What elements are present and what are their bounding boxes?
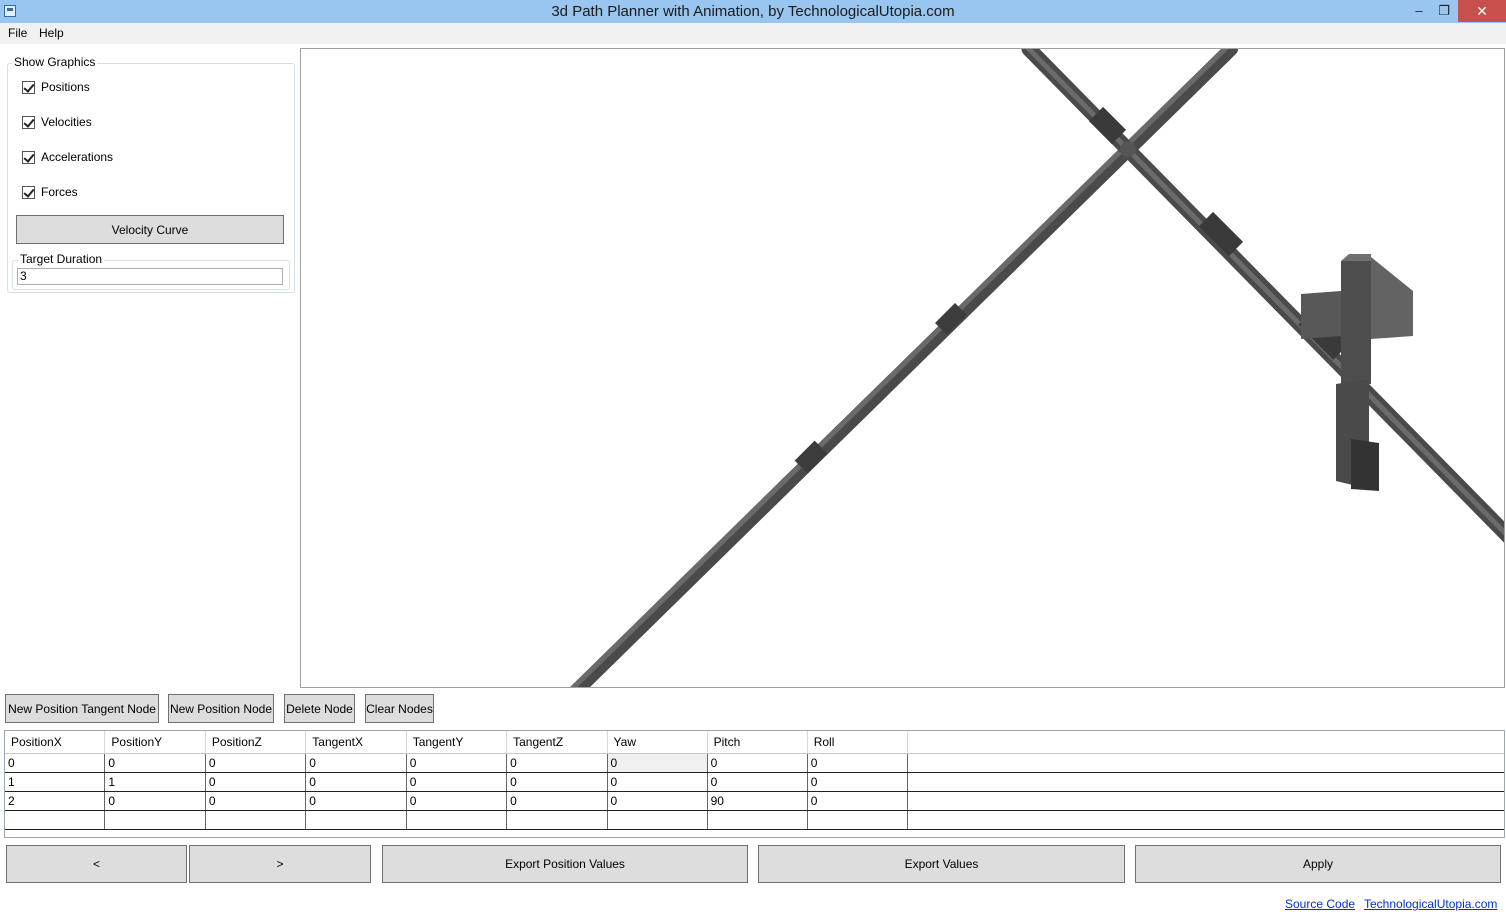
source-code-link[interactable]: Source Code	[1285, 897, 1355, 911]
table-cell-empty[interactable]	[205, 810, 307, 830]
table-cell-empty[interactable]	[707, 810, 808, 830]
target-duration-input[interactable]: 3	[17, 268, 283, 285]
checkbox-check-icon[interactable]	[22, 116, 35, 129]
table-cell[interactable]: 0	[807, 772, 908, 792]
export-values-button[interactable]: Export Values	[758, 845, 1125, 883]
table-cell[interactable]: 0	[607, 791, 708, 811]
show-graphics-title: Show Graphics	[12, 55, 98, 69]
minimize-button[interactable]: ‒	[1406, 0, 1432, 22]
nodes-table[interactable]: PositionX PositionY PositionZ TangentX T…	[4, 730, 1505, 838]
table-cell[interactable]: 0	[205, 772, 307, 792]
previous-button[interactable]: <	[6, 845, 187, 883]
table-cell-filler	[907, 791, 1504, 811]
table-cell-empty[interactable]	[305, 810, 407, 830]
table-cell[interactable]: 0	[406, 791, 508, 811]
export-position-values-button[interactable]: Export Position Values	[382, 845, 748, 883]
table-cell[interactable]: 0	[104, 791, 206, 811]
forces-label: Forces	[41, 185, 78, 199]
table-cell[interactable]: 2	[5, 791, 106, 811]
table-cell[interactable]: 0	[807, 791, 908, 811]
target-duration-title: Target Duration	[18, 252, 105, 266]
checkbox-check-icon[interactable]	[22, 186, 35, 199]
table-cell[interactable]: 0	[205, 753, 307, 773]
table-cell[interactable]: 1	[104, 772, 206, 792]
table-cell-empty[interactable]	[607, 810, 708, 830]
table-cell[interactable]: 0	[506, 791, 608, 811]
3d-viewport[interactable]	[300, 48, 1505, 688]
new-position-node-button[interactable]: New Position Node	[168, 694, 274, 723]
window-title: 3d Path Planner with Animation, by Techn…	[551, 3, 955, 20]
checkbox-check-icon[interactable]	[22, 81, 35, 94]
table-cell[interactable]: 0	[406, 772, 508, 792]
menu-file[interactable]: File	[8, 26, 27, 40]
menu-bar: File Help	[0, 23, 1506, 44]
accelerations-label: Accelerations	[41, 150, 114, 164]
column-header[interactable]: Yaw	[607, 731, 708, 754]
table-cell-filler	[907, 810, 1504, 830]
table-cell[interactable]: 0	[305, 772, 407, 792]
title-bar: 3d Path Planner with Animation, by Techn…	[0, 0, 1506, 24]
table-cell[interactable]: 1	[5, 772, 106, 792]
table-cell-empty[interactable]	[104, 810, 206, 830]
menu-help[interactable]: Help	[39, 26, 64, 40]
checkbox-check-icon[interactable]	[22, 151, 35, 164]
restore-button[interactable]: ❐	[1432, 0, 1456, 22]
delete-node-button[interactable]: Delete Node	[284, 694, 355, 723]
column-header[interactable]: TangentX	[305, 731, 407, 754]
next-button[interactable]: >	[189, 845, 371, 883]
velocity-curve-button[interactable]: Velocity Curve	[16, 215, 284, 244]
column-header[interactable]: Roll	[807, 731, 908, 754]
table-cell-filler	[907, 753, 1504, 773]
column-header[interactable]: TangentZ	[506, 731, 608, 754]
table-cell[interactable]: 0	[305, 791, 407, 811]
table-cell-empty[interactable]	[406, 810, 508, 830]
3d-path-render	[570, 49, 1504, 687]
table-cell-filler	[907, 772, 1504, 792]
velocities-label: Velocities	[41, 115, 92, 129]
new-position-tangent-node-button[interactable]: New Position Tangent Node	[5, 694, 159, 723]
table-cell[interactable]: 0	[506, 753, 608, 773]
positions-label: Positions	[41, 80, 90, 94]
table-header-row: PositionX PositionY PositionZ TangentX T…	[5, 731, 1504, 754]
close-button[interactable]: ✕	[1458, 0, 1506, 22]
table-row[interactable]: 1 1 0 0 0 0 0 0 0	[5, 772, 1504, 792]
table-cell-empty[interactable]	[506, 810, 608, 830]
table-cell[interactable]: 0	[5, 753, 106, 773]
website-link[interactable]: TechnologicalUtopia.com	[1364, 897, 1497, 911]
table-new-row[interactable]	[5, 810, 1504, 830]
apply-button[interactable]: Apply	[1135, 845, 1501, 883]
table-cell[interactable]: 0	[707, 772, 808, 792]
column-header[interactable]: TangentY	[406, 731, 508, 754]
column-header[interactable]: PositionY	[104, 731, 206, 754]
table-cell-empty[interactable]	[5, 810, 106, 830]
table-cell[interactable]: 90	[707, 791, 808, 811]
column-header[interactable]: PositionZ	[205, 731, 307, 754]
table-cell[interactable]: 0	[607, 753, 708, 773]
table-cell[interactable]: 0	[607, 772, 708, 792]
table-cell[interactable]: 0	[807, 753, 908, 773]
table-cell[interactable]: 0	[205, 791, 307, 811]
table-row[interactable]: 2 0 0 0 0 0 0 90 0	[5, 791, 1504, 811]
clear-nodes-button[interactable]: Clear Nodes	[365, 694, 434, 723]
column-header[interactable]: Pitch	[707, 731, 808, 754]
column-header-filler	[907, 731, 1504, 754]
table-cell[interactable]: 0	[506, 772, 608, 792]
table-row[interactable]: 0 0 0 0 0 0 0 0 0	[5, 753, 1504, 773]
column-header[interactable]: PositionX	[5, 731, 106, 754]
table-cell[interactable]: 0	[305, 753, 407, 773]
table-cell-empty[interactable]	[807, 810, 908, 830]
table-cell[interactable]: 0	[104, 753, 206, 773]
table-cell[interactable]: 0	[707, 753, 808, 773]
table-cell[interactable]: 0	[406, 753, 508, 773]
